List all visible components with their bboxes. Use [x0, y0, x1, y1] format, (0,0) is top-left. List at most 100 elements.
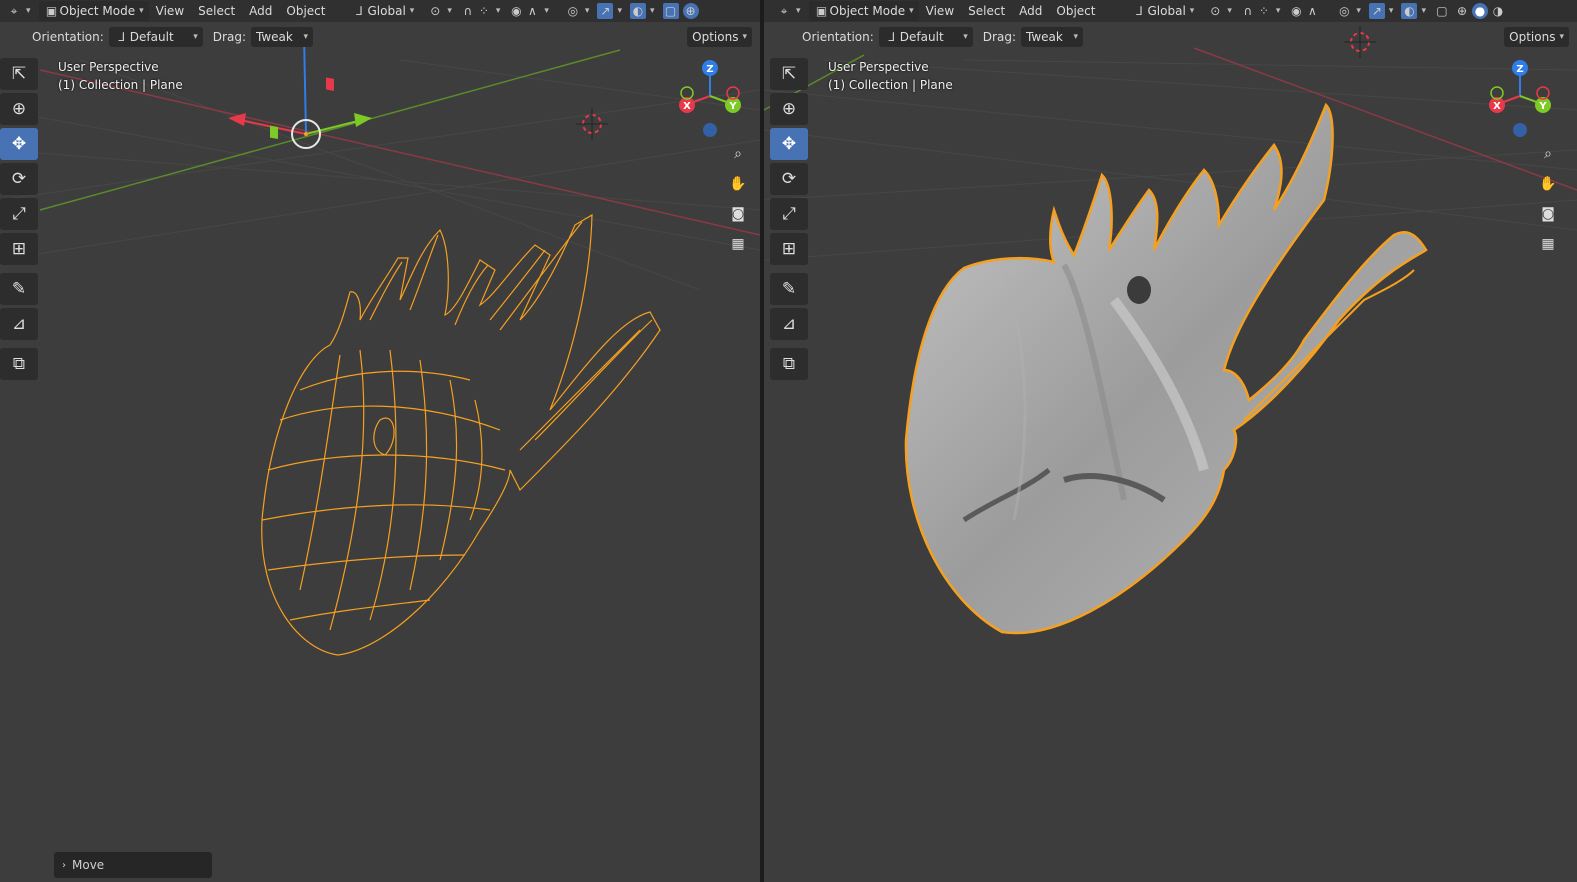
annotate-icon[interactable]: ✎ [770, 273, 808, 305]
add-cube-icon[interactable]: ⧉ [770, 348, 808, 380]
editor-type-icon[interactable]: ⌖ [6, 3, 22, 19]
camera-icon[interactable]: ◙ [726, 202, 750, 226]
cursor-icon[interactable]: ⊕ [0, 93, 38, 125]
menu-object[interactable]: Object [1049, 1, 1102, 21]
menu-object[interactable]: Object [279, 1, 332, 21]
proportional-edit-icon[interactable]: ◉ [1288, 3, 1304, 19]
view-name: User Perspective [58, 60, 159, 74]
xray-toggle-icon[interactable]: ▢ [662, 3, 679, 19]
annotate-icon[interactable]: ✎ [0, 273, 38, 305]
mode-label: Object Mode [829, 4, 906, 18]
menu-view[interactable]: View [149, 1, 191, 21]
options-label: Options [1509, 30, 1556, 44]
zoom-icon[interactable]: ⌕ [726, 142, 750, 166]
snap-icon[interactable]: ∩ [460, 3, 476, 19]
menu-view[interactable]: View [919, 1, 961, 21]
solid-mesh[interactable] [904, 102, 1428, 635]
falloff-icon[interactable]: ∧ [524, 3, 540, 19]
gizmo-y-label: Y [1538, 101, 1547, 112]
object-mode-icon: ▣ [815, 4, 828, 18]
menu-select[interactable]: Select [191, 1, 242, 21]
pivot-icon[interactable]: ⊙ [1207, 3, 1223, 19]
gizmo-toggle-icon[interactable]: ↗ [597, 3, 614, 19]
snap-target-icon[interactable]: ⁘ [476, 3, 492, 19]
drag-dropdown[interactable]: Tweak ▾ [1020, 27, 1083, 47]
options-label: Options [692, 30, 739, 44]
viewport-header: ⌖ ▾ ▣ Object Mode ▾ View Select Add Obje… [0, 0, 760, 22]
pan-hand-icon[interactable]: ✋ [726, 172, 750, 196]
chevron-down-icon: ▾ [139, 6, 144, 16]
pivot-icon[interactable]: ⊙ [427, 3, 443, 19]
material-shading-icon[interactable]: ◑ [1490, 3, 1506, 19]
chevron-down-icon: ▾ [796, 6, 801, 16]
scale-icon[interactable]: ⤢ [770, 198, 808, 230]
orientation-dropdown[interactable]: ⅃ Default ▾ [878, 27, 973, 47]
snap-target-icon[interactable]: ⁘ [1256, 3, 1272, 19]
gizmo-toggle-icon[interactable]: ↗ [1368, 3, 1385, 19]
orientation-dropdown[interactable]: ⅃ Default ▾ [108, 27, 203, 47]
chevron-down-icon: ▾ [1073, 32, 1078, 42]
transform-orientation-dropdown[interactable]: ⅃ Global ▾ [1127, 1, 1200, 21]
chevron-down-icon: ▾ [193, 32, 198, 42]
rotate-icon[interactable]: ⟳ [770, 163, 808, 195]
operator-name: Move [72, 858, 105, 872]
solid-shading-icon[interactable]: ● [1471, 3, 1488, 19]
wireframe-shading-icon[interactable]: ⊕ [682, 3, 699, 19]
chevron-right-icon: › [62, 859, 66, 871]
editor-type-icon[interactable]: ⌖ [776, 3, 792, 19]
select-box-icon[interactable]: ⇱ [770, 58, 808, 90]
wireframe-mesh[interactable] [261, 213, 661, 656]
measure-icon[interactable]: ⊿ [770, 308, 808, 340]
falloff-icon[interactable]: ∧ [1304, 3, 1320, 19]
transform-orientation-label: Global [367, 4, 406, 18]
visibility-eye-icon[interactable]: ◎ [1336, 3, 1352, 19]
xray-toggle-icon[interactable]: ▢ [1434, 3, 1450, 19]
chevron-down-icon: ▾ [26, 6, 31, 16]
zoom-icon[interactable]: ⌕ [1536, 142, 1560, 166]
visibility-eye-icon[interactable]: ◎ [565, 3, 581, 19]
viewport-right[interactable]: ⌖ ▾ ▣ Object Mode ▾ View Select Add Obje… [764, 0, 1577, 882]
options-dropdown[interactable]: Options ▾ [687, 27, 752, 47]
mode-selector[interactable]: ▣ Object Mode ▾ [38, 1, 149, 21]
gizmo-x-label: X [683, 101, 691, 112]
move-icon[interactable]: ✥ [770, 128, 808, 160]
scale-icon[interactable]: ⤢ [0, 198, 38, 230]
drag-dropdown[interactable]: Tweak ▾ [250, 27, 313, 47]
proportional-edit-icon[interactable]: ◉ [508, 3, 524, 19]
menu-add[interactable]: Add [242, 1, 279, 21]
transform-orientation-dropdown[interactable]: ⅃ Global ▾ [347, 1, 420, 21]
transform-icon[interactable]: ⊞ [770, 233, 808, 265]
mode-label: Object Mode [59, 4, 136, 18]
navigation-gizmo[interactable]: Z X Y [1482, 58, 1562, 138]
move-icon[interactable]: ✥ [0, 128, 38, 160]
viewport-info: User Perspective (1) Collection | Plane [58, 58, 183, 94]
cursor-icon[interactable]: ⊕ [770, 93, 808, 125]
viewport-left[interactable]: ⌖ ▾ ▣ Object Mode ▾ View Select Add Obje… [0, 0, 760, 882]
viewport-scene-left[interactable] [0, 0, 760, 882]
viewport-header: ⌖ ▾ ▣ Object Mode ▾ View Select Add Obje… [764, 0, 1577, 22]
orientation-axes-icon: ⅃ [888, 30, 896, 44]
orientation-label: Orientation: [802, 30, 874, 44]
add-cube-icon[interactable]: ⧉ [0, 348, 38, 380]
menu-select[interactable]: Select [961, 1, 1012, 21]
ortho-grid-icon[interactable]: ▦ [726, 232, 750, 256]
measure-icon[interactable]: ⊿ [0, 308, 38, 340]
viewport-scene-right[interactable] [764, 0, 1577, 882]
options-dropdown[interactable]: Options ▾ [1504, 27, 1569, 47]
wireframe-shading-icon[interactable]: ⊕ [1454, 3, 1470, 19]
mode-selector[interactable]: ▣ Object Mode ▾ [808, 1, 919, 21]
pan-hand-icon[interactable]: ✋ [1536, 172, 1560, 196]
overlay-toggle-icon[interactable]: ◐ [1401, 3, 1418, 19]
snap-icon[interactable]: ∩ [1240, 3, 1256, 19]
ortho-grid-icon[interactable]: ▦ [1536, 232, 1560, 256]
select-box-icon[interactable]: ⇱ [0, 58, 38, 90]
rotate-icon[interactable]: ⟳ [0, 163, 38, 195]
drag-label: Drag: [212, 30, 246, 44]
overlay-toggle-icon[interactable]: ◐ [629, 3, 646, 19]
camera-icon[interactable]: ◙ [1536, 202, 1560, 226]
chevron-down-icon: ▾ [963, 32, 968, 42]
menu-add[interactable]: Add [1012, 1, 1049, 21]
transform-icon[interactable]: ⊞ [0, 233, 38, 265]
operator-panel[interactable]: › Move [54, 852, 212, 878]
navigation-gizmo[interactable]: Z X Y [672, 58, 752, 138]
